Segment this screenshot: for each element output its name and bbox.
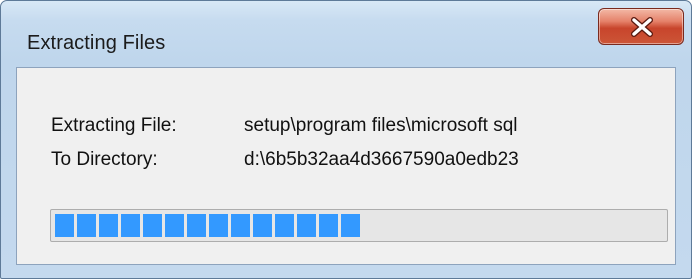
progress-segment <box>209 214 228 237</box>
progress-segment <box>253 214 272 237</box>
to-directory-value: d:\6b5b32aa4d3667590a0edb23 <box>244 149 519 170</box>
progress-segment <box>297 214 316 237</box>
extraction-progress-bar <box>50 209 668 242</box>
progress-fill <box>55 214 363 237</box>
progress-segment <box>341 214 360 237</box>
progress-segment <box>187 214 206 237</box>
to-directory-label: To Directory: <box>51 149 158 170</box>
window-title: Extracting Files <box>27 32 166 54</box>
progress-segment <box>143 214 162 237</box>
progress-segment <box>99 214 118 237</box>
progress-segments <box>55 214 360 237</box>
progress-segment <box>77 214 96 237</box>
progress-segment <box>55 214 74 237</box>
dialog-body: Extracting File: setup\program files\mic… <box>16 67 676 265</box>
extracting-file-value: setup\program files\microsoft sql <box>244 115 518 136</box>
title-bar[interactable]: Extracting Files <box>1 1 691 67</box>
extracting-files-dialog: Extracting Files Extracting File: setup\… <box>0 0 692 279</box>
progress-segment <box>165 214 184 237</box>
close-icon <box>631 17 653 37</box>
progress-segment <box>319 214 338 237</box>
progress-segment <box>121 214 140 237</box>
progress-segment <box>231 214 250 237</box>
extracting-file-label: Extracting File: <box>51 115 177 136</box>
progress-segment <box>275 214 294 237</box>
close-button[interactable] <box>598 8 684 45</box>
